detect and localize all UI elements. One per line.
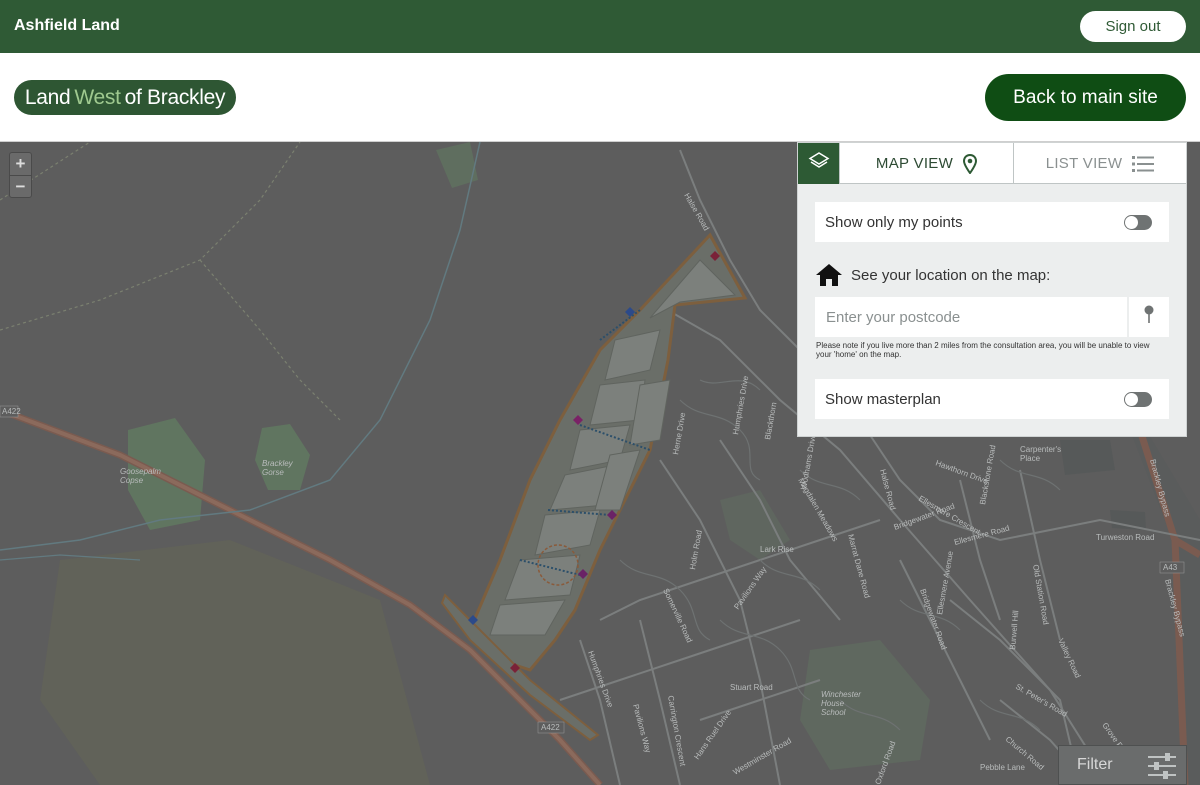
map-pin-icon xyxy=(963,153,978,174)
show-masterplan-toggle[interactable] xyxy=(1124,392,1152,407)
label-burwell: Burwell Hill xyxy=(1008,610,1020,650)
zoom-control: + − xyxy=(9,152,32,198)
show-my-points-toggle[interactable] xyxy=(1124,215,1152,230)
label-holm: Holm Road xyxy=(688,529,704,570)
building-block xyxy=(1110,510,1146,530)
tab-list-view-label: LIST VIEW xyxy=(1045,155,1123,172)
tab-list-view[interactable]: LIST VIEW xyxy=(1014,143,1186,184)
label-stuart-road: Stuart Road xyxy=(730,683,773,692)
label-carrington: Carrington Crescent xyxy=(666,695,687,768)
logo-text-land: Land xyxy=(24,85,71,109)
label-lark-rise: Lark Rise xyxy=(760,545,794,554)
footpath xyxy=(0,142,301,331)
bypass-verge xyxy=(1130,420,1200,785)
logo-text-west: West xyxy=(74,85,121,109)
show-masterplan-row[interactable]: Show masterplan xyxy=(815,379,1169,419)
label-turweston: Turweston Road xyxy=(1096,533,1154,542)
home-icon xyxy=(815,263,843,287)
tab-map-view-label: MAP VIEW xyxy=(875,155,954,172)
zoom-in-button[interactable]: + xyxy=(10,153,31,175)
label-somerville: Somerville Road xyxy=(661,587,694,644)
show-my-points-row[interactable]: Show only my points xyxy=(815,202,1169,242)
tab-map-view[interactable]: MAP VIEW xyxy=(839,143,1014,184)
top-bar: Ashfield Land Sign out xyxy=(0,0,1200,53)
school-grounds xyxy=(800,640,930,770)
label-a422-bottom: A422 xyxy=(541,723,560,732)
label-old-station: Old Station Road xyxy=(1031,564,1050,626)
woodland-brackley-gorse xyxy=(255,424,310,490)
view-tabs: MAP VIEW LIST VIEW xyxy=(798,143,1186,184)
brand-name: Ashfield Land xyxy=(14,17,120,34)
label-pavilions: Pavilions Way xyxy=(732,565,768,611)
label-marrat: Marrat Dane Road xyxy=(846,533,872,599)
label-halse-road-2: Halse Road xyxy=(878,468,898,511)
locate-postcode-button[interactable] xyxy=(1129,297,1169,337)
stream xyxy=(0,142,481,551)
sliders-icon xyxy=(1148,753,1176,784)
label-herne-drive: Herne Drive xyxy=(671,411,687,455)
back-to-main-site-button[interactable]: Back to main site xyxy=(985,74,1186,121)
postcode-input[interactable] xyxy=(815,297,1127,337)
show-my-points-label: Show only my points xyxy=(825,213,963,231)
sign-out-button[interactable]: Sign out xyxy=(1080,11,1186,42)
filter-button[interactable]: Filter xyxy=(1058,745,1187,785)
field-area xyxy=(40,540,430,785)
label-humphries: Humphries Drive xyxy=(731,375,750,436)
logo-text-of-brackley: of Brackley xyxy=(124,85,226,109)
label-a43: A43 xyxy=(1163,563,1178,572)
list-icon xyxy=(1132,155,1155,172)
label-valley: Valley Road xyxy=(1056,637,1082,679)
label-blackthorn: Blackthorn xyxy=(763,402,778,441)
filter-label: Filter xyxy=(1077,756,1113,773)
show-masterplan-label: Show masterplan xyxy=(825,390,941,408)
location-heading: See your location on the map: xyxy=(815,263,1050,287)
map-options-panel: MAP VIEW LIST VIEW Show only my points S… xyxy=(797,142,1187,437)
label-a422-left: A422 xyxy=(2,407,21,416)
site-parcels xyxy=(489,259,737,636)
label-pavilions-2: Pavilions Way xyxy=(631,703,653,754)
label-ellesmere-avenue: Ellesmere Avenue xyxy=(935,550,955,615)
label-westminster: Westminster Road xyxy=(732,736,793,777)
location-heading-text: See your location on the map: xyxy=(851,266,1051,284)
postcode-note: Please note if you live more than 2 mile… xyxy=(816,341,1150,359)
site-header: Land West of Brackley Back to main site xyxy=(0,53,1200,142)
label-pebble-lane: Pebble Lane xyxy=(980,763,1025,772)
building-block xyxy=(1060,440,1115,475)
layers-toggle[interactable] xyxy=(798,143,839,184)
site-logo[interactable]: Land West of Brackley xyxy=(14,80,236,115)
location-pin-icon xyxy=(1143,305,1155,330)
zoom-out-button[interactable]: − xyxy=(10,175,31,197)
label-carpenters: Carpenter's Place xyxy=(1020,445,1061,463)
layers-icon xyxy=(808,150,830,177)
